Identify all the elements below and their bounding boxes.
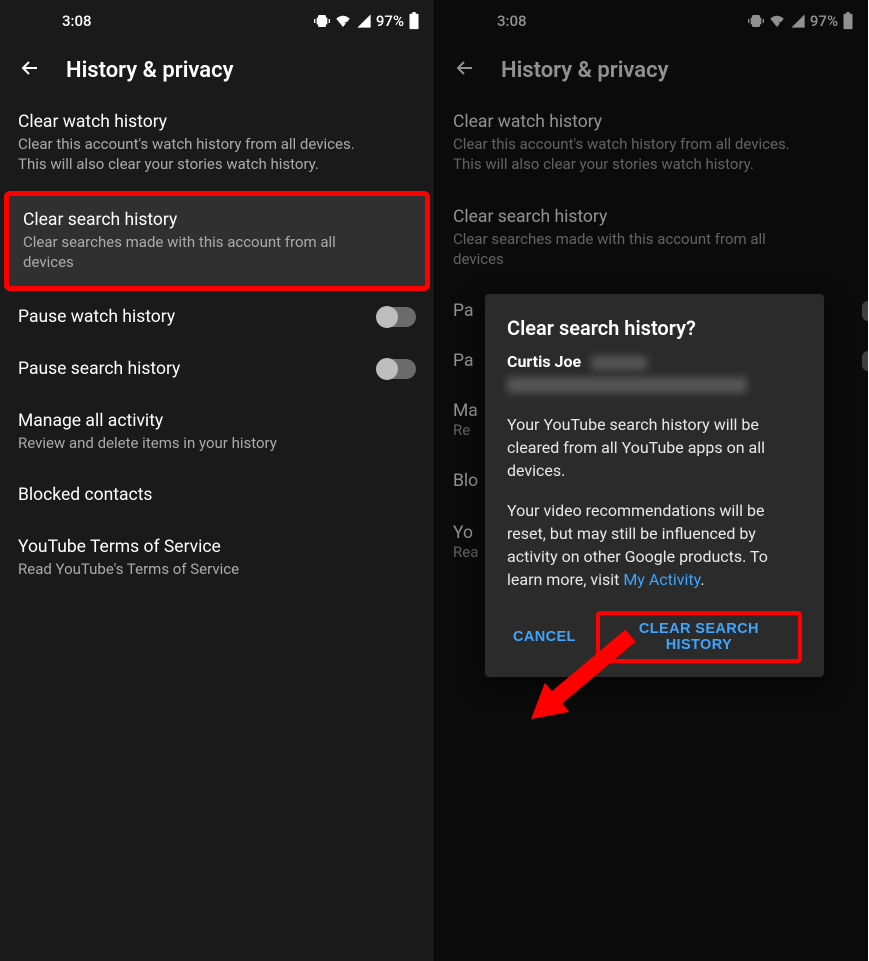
dialog-user-name: Curtis Joe — [507, 352, 581, 371]
item-title: Manage all activity — [18, 411, 416, 431]
item-subtitle: Clear this account's watch history from … — [18, 134, 416, 175]
item-subtitle: Clear this account's watch history from … — [453, 134, 850, 175]
clear-search-history-item[interactable]: Clear search history Clear searches made… — [4, 191, 430, 292]
item-title: Pause watch history — [18, 307, 378, 327]
item-subtitle: Read YouTube's Terms of Service — [18, 559, 416, 579]
item-title: Clear watch history — [453, 112, 850, 132]
cell-signal-icon — [356, 13, 372, 29]
manage-all-activity-item[interactable]: Manage all activity Review and delete it… — [0, 395, 434, 469]
item-title: Blocked contacts — [18, 485, 416, 505]
blocked-contacts-item[interactable]: Blocked contacts — [0, 469, 434, 521]
app-header: History & privacy — [435, 36, 868, 96]
dialog-title: Clear search history? — [507, 316, 802, 340]
redacted-text — [507, 377, 747, 393]
clear-search-history-dialog: Clear search history? Curtis Joe Your Yo… — [485, 294, 824, 677]
pause-watch-history-item[interactable]: Pause watch history — [0, 291, 434, 343]
pause-search-toggle[interactable] — [862, 351, 868, 371]
back-icon[interactable] — [18, 56, 42, 84]
status-bar: 3:08 ? 97% — [435, 0, 868, 36]
pause-search-toggle[interactable] — [378, 359, 416, 379]
dialog-body-1: Your YouTube search history will be clea… — [507, 413, 802, 483]
page-title: History & privacy — [501, 58, 669, 83]
dialog-body-2-post: . — [700, 570, 704, 589]
clear-search-history-item[interactable]: Clear search history Clear searches made… — [435, 191, 868, 286]
item-subtitle: Clear searches made with this account fr… — [23, 232, 411, 273]
cell-signal-icon — [790, 13, 806, 29]
vibrate-icon — [748, 13, 764, 29]
wifi-icon: ? — [768, 13, 786, 29]
pause-watch-toggle[interactable] — [862, 301, 868, 321]
my-activity-link[interactable]: My Activity — [623, 570, 700, 589]
svg-text:?: ? — [778, 20, 782, 28]
wifi-icon: ? — [334, 13, 352, 29]
app-header: History & privacy — [0, 36, 434, 96]
dialog-actions: CANCEL CLEAR SEARCH HISTORY — [507, 611, 802, 663]
dialog-account-line2 — [507, 377, 802, 397]
settings-list: Clear watch history Clear this account's… — [0, 96, 434, 596]
status-time: 3:08 — [449, 12, 527, 30]
item-subtitle: Review and delete items in your history — [18, 433, 416, 453]
cancel-button[interactable]: CANCEL — [507, 621, 582, 653]
battery-icon — [842, 12, 854, 30]
item-title: YouTube Terms of Service — [18, 537, 416, 557]
item-title: Pause search history — [18, 359, 378, 379]
battery-pct: 97% — [376, 12, 404, 30]
item-title: Clear watch history — [18, 112, 416, 132]
redacted-text — [591, 356, 647, 370]
svg-text:?: ? — [344, 20, 348, 28]
item-title: Clear search history — [453, 207, 850, 227]
item-title: Clear search history — [23, 210, 411, 230]
back-icon[interactable] — [453, 56, 477, 84]
status-indicators: ? 97% — [748, 12, 854, 30]
screenshot-left: 3:08 ? 97% History & privacy Clear watch… — [0, 0, 434, 961]
pause-search-history-item[interactable]: Pause search history — [0, 343, 434, 395]
vibrate-icon — [314, 13, 330, 29]
screenshot-right: 3:08 ? 97% History & privacy Clear watch… — [434, 0, 868, 961]
youtube-terms-item[interactable]: YouTube Terms of Service Read YouTube's … — [0, 521, 434, 595]
clear-watch-history-item[interactable]: Clear watch history Clear this account's… — [0, 96, 434, 191]
pause-watch-toggle[interactable] — [378, 307, 416, 327]
dialog-body-2: Your video recommendations will be reset… — [507, 499, 802, 592]
page-title: History & privacy — [66, 58, 234, 83]
status-time: 3:08 — [14, 12, 92, 30]
clear-watch-history-item[interactable]: Clear watch history Clear this account's… — [435, 96, 868, 191]
status-bar: 3:08 ? 97% — [0, 0, 434, 36]
dialog-account-line: Curtis Joe — [507, 352, 802, 371]
battery-pct: 97% — [810, 12, 838, 30]
battery-icon — [408, 12, 420, 30]
item-subtitle: Clear searches made with this account fr… — [453, 229, 850, 270]
status-indicators: ? 97% — [314, 12, 420, 30]
